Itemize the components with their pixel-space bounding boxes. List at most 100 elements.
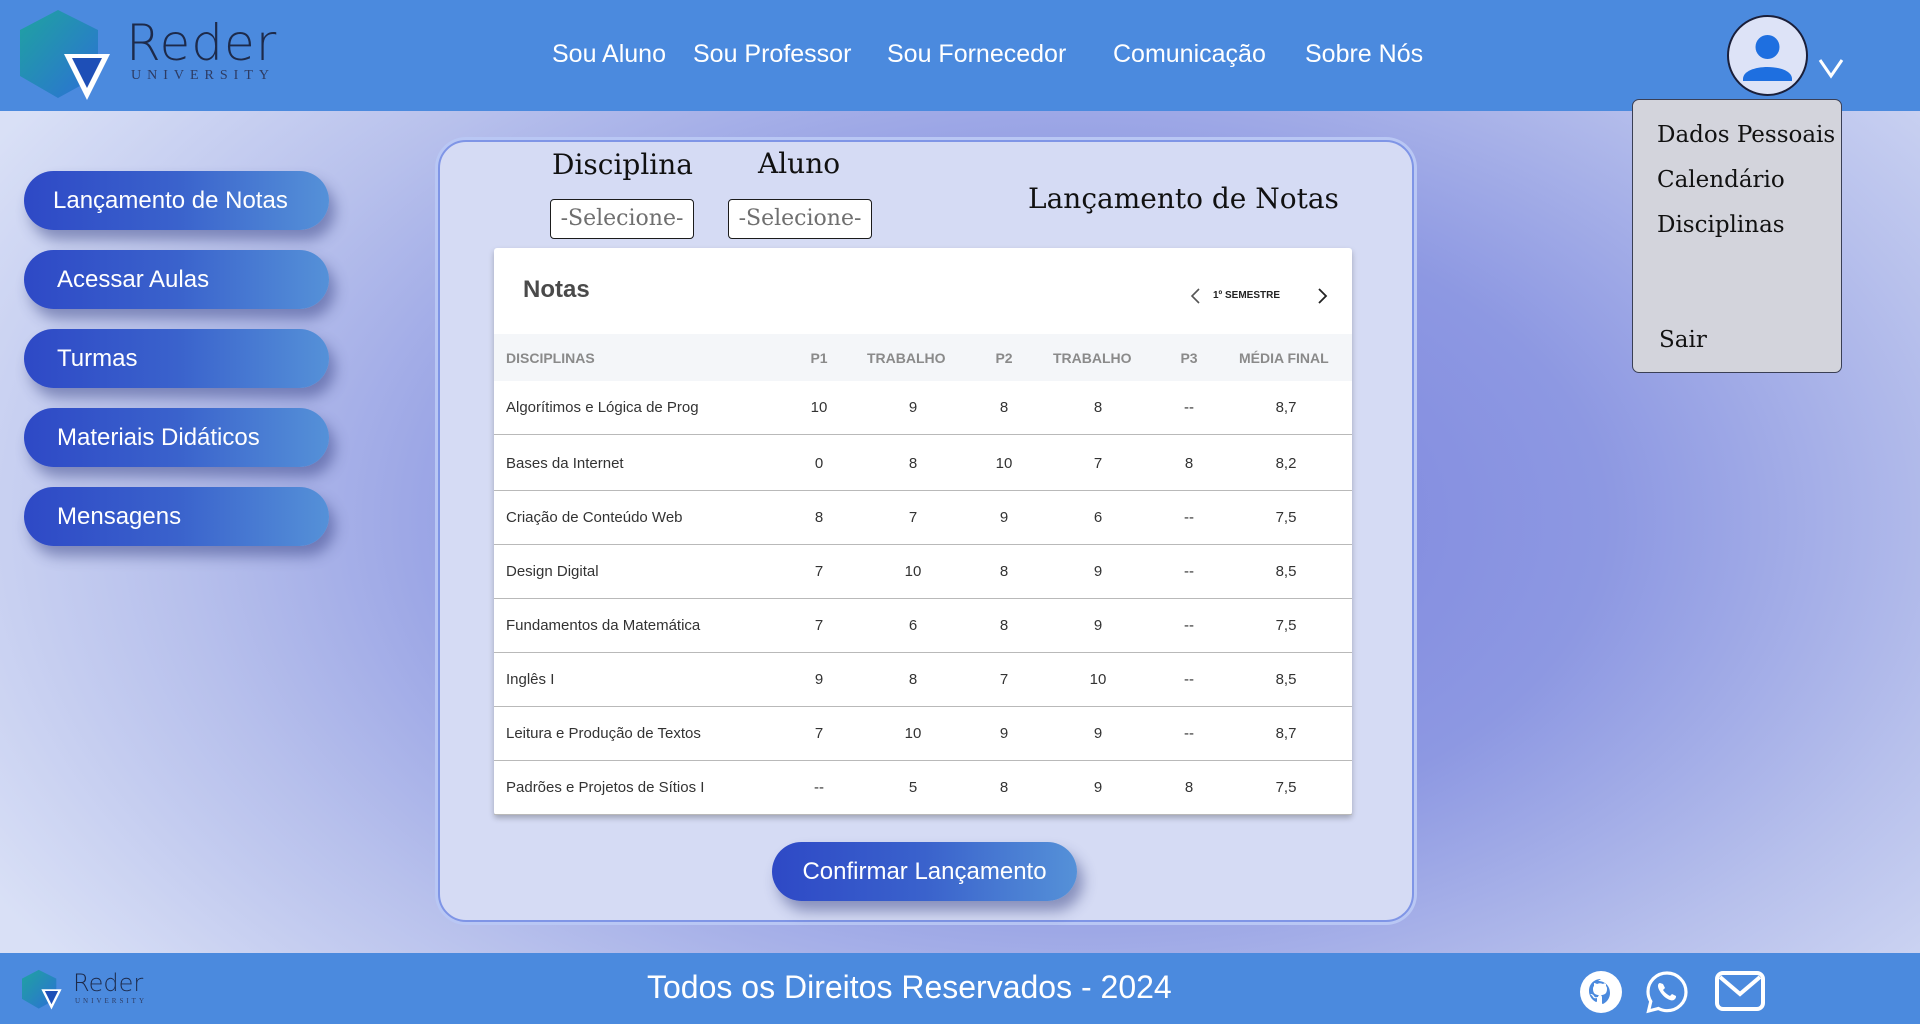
grade-cell[interactable]: 8,2	[1256, 455, 1316, 472]
grade-cell[interactable]: --	[1159, 509, 1219, 526]
grade-cell[interactable]: 7,5	[1256, 779, 1316, 796]
top-header: Reder UNIVERSITY Sou Aluno Sou Professor…	[0, 0, 1920, 111]
grade-cell[interactable]: 7	[789, 725, 849, 742]
nav-sou-aluno[interactable]: Sou Aluno	[552, 40, 666, 69]
menu-item-disciplinas[interactable]: Disciplinas	[1657, 212, 1785, 238]
confirm-button[interactable]: Confirmar Lançamento	[772, 842, 1077, 901]
grade-cell[interactable]: 8	[1159, 779, 1219, 796]
footer-brand-subtitle: UNIVERSITY	[75, 997, 147, 1005]
student-label: Aluno	[758, 147, 841, 180]
table-row: Criação de Conteúdo Web 8 7 9 6 -- 7,5	[494, 491, 1352, 545]
grade-cell[interactable]: 8	[883, 671, 943, 688]
student-select[interactable]: -Selecione-	[728, 199, 872, 239]
grade-cell[interactable]: 10	[789, 399, 849, 416]
sidebar-item-mensagens[interactable]: Mensagens	[24, 487, 329, 546]
chevron-down-icon[interactable]	[1816, 54, 1846, 80]
grade-cell[interactable]: 8	[974, 563, 1034, 580]
nav-sou-fornecedor[interactable]: Sou Fornecedor	[887, 40, 1066, 69]
grade-cell[interactable]: 8,5	[1256, 671, 1316, 688]
brand-logo[interactable]: Reder UNIVERSITY	[20, 8, 276, 108]
grade-cell[interactable]: 8,5	[1256, 563, 1316, 580]
grade-cell[interactable]: --	[1159, 617, 1219, 634]
grade-cell[interactable]: 7	[789, 563, 849, 580]
main-panel: Disciplina -Selecione- Aluno -Selecione-…	[438, 140, 1414, 922]
grade-cell[interactable]: 5	[883, 779, 943, 796]
grade-cell[interactable]: 10	[1068, 671, 1128, 688]
subject-name-cell: Design Digital	[506, 563, 599, 580]
table-row: Algorítimos e Lógica de Prog 10 9 8 8 -- 8,7	[494, 381, 1352, 435]
table-row: Bases da Internet 0 8 10 7 8 8,2	[494, 437, 1352, 491]
sidebar-item-acessar-aulas[interactable]: Acessar Aulas	[24, 250, 329, 309]
grade-cell[interactable]: 9	[974, 509, 1034, 526]
grade-cell[interactable]: 9	[883, 399, 943, 416]
grade-cell[interactable]: --	[1159, 563, 1219, 580]
nav-sou-professor[interactable]: Sou Professor	[693, 40, 851, 69]
grade-cell[interactable]: 8	[974, 399, 1034, 416]
grade-cell[interactable]: --	[1159, 399, 1219, 416]
user-avatar[interactable]	[1727, 15, 1808, 96]
sidebar-item-lancamento-notas[interactable]: Lançamento de Notas	[24, 171, 329, 230]
subject-name-cell: Leitura e Produção de Textos	[506, 725, 701, 742]
column-header: DISCIPLINAS	[506, 350, 595, 366]
grade-cell[interactable]: 10	[883, 725, 943, 742]
semester-label: 1º SEMESTRE	[1213, 290, 1281, 301]
grade-cell[interactable]: 8	[1159, 455, 1219, 472]
page-title: Lançamento de Notas	[1028, 182, 1339, 215]
column-header: TRABALHO	[867, 350, 946, 366]
footer: Reder UNIVERSITY Todos os Direitos Reser…	[0, 953, 1920, 1024]
subject-name-cell: Bases da Internet	[506, 455, 624, 472]
grade-cell[interactable]: 7	[789, 617, 849, 634]
discipline-label: Disciplina	[552, 148, 693, 181]
column-header: TRABALHO	[1053, 350, 1132, 366]
nav-sobre-nos[interactable]: Sobre Nós	[1305, 40, 1423, 69]
grade-cell[interactable]: 7	[974, 671, 1034, 688]
sidebar-item-materiais-didaticos[interactable]: Materiais Didáticos	[24, 408, 329, 467]
grade-cell[interactable]: 10	[974, 455, 1034, 472]
grade-cell[interactable]: --	[1159, 671, 1219, 688]
grade-cell[interactable]: 8	[1068, 399, 1128, 416]
grade-cell[interactable]: 9	[974, 725, 1034, 742]
grade-cell[interactable]: 7,5	[1256, 617, 1316, 634]
table-row: Leitura e Produção de Textos 7 10 9 9 -- 8,7	[494, 707, 1352, 761]
table-row: Fundamentos da Matemática 7 6 8 9 -- 7,5	[494, 599, 1352, 653]
grade-cell[interactable]: 10	[883, 563, 943, 580]
subject-name-cell: Padrões e Projetos de Sítios I	[506, 779, 705, 796]
discipline-select[interactable]: -Selecione-	[550, 199, 694, 239]
grade-cell[interactable]: 9	[1068, 617, 1128, 634]
footer-logo-icon[interactable]	[22, 969, 66, 1013]
grade-cell[interactable]: --	[1159, 725, 1219, 742]
brand-name: Reder	[126, 14, 278, 72]
grade-cell[interactable]: 8,7	[1256, 399, 1316, 416]
grade-cell[interactable]: 8	[974, 779, 1034, 796]
menu-item-dados-pessoais[interactable]: Dados Pessoais	[1657, 122, 1835, 148]
grade-cell[interactable]: 9	[1068, 563, 1128, 580]
sidebar-item-turmas[interactable]: Turmas	[24, 329, 329, 388]
grade-cell[interactable]: 9	[1068, 779, 1128, 796]
grade-cell[interactable]: 9	[1068, 725, 1128, 742]
chevron-left-icon[interactable]	[1188, 286, 1202, 306]
table-row: Design Digital 7 10 8 9 -- 8,5	[494, 545, 1352, 599]
grade-cell[interactable]: 8	[789, 509, 849, 526]
grade-cell[interactable]: 7,5	[1256, 509, 1316, 526]
grade-cell[interactable]: 7	[883, 509, 943, 526]
menu-item-calendario[interactable]: Calendário	[1657, 167, 1785, 193]
grade-cell[interactable]: 0	[789, 455, 849, 472]
chevron-right-icon[interactable]	[1316, 286, 1330, 306]
grade-cell[interactable]: 6	[883, 617, 943, 634]
grade-cell[interactable]: 8,7	[1256, 725, 1316, 742]
table-row: Padrões e Projetos de Sítios I -- 5 8 9 8 7,5	[494, 761, 1352, 815]
grade-cell[interactable]: 7	[1068, 455, 1128, 472]
menu-item-sair[interactable]: Sair	[1659, 327, 1707, 353]
nav-comunicacao[interactable]: Comunicação	[1113, 40, 1266, 69]
whatsapp-icon[interactable]	[1644, 969, 1690, 1015]
github-icon[interactable]	[1578, 969, 1624, 1015]
grade-cell[interactable]: 8	[974, 617, 1034, 634]
grade-cell[interactable]: 9	[789, 671, 849, 688]
grade-cell[interactable]: 8	[883, 455, 943, 472]
footer-brand-name: Reder	[73, 969, 144, 997]
grade-cell[interactable]: --	[789, 779, 849, 796]
grade-cell[interactable]: 6	[1068, 509, 1128, 526]
brand-subtitle: UNIVERSITY	[131, 68, 275, 83]
mail-icon[interactable]	[1714, 969, 1766, 1013]
grades-title: Notas	[523, 276, 590, 303]
